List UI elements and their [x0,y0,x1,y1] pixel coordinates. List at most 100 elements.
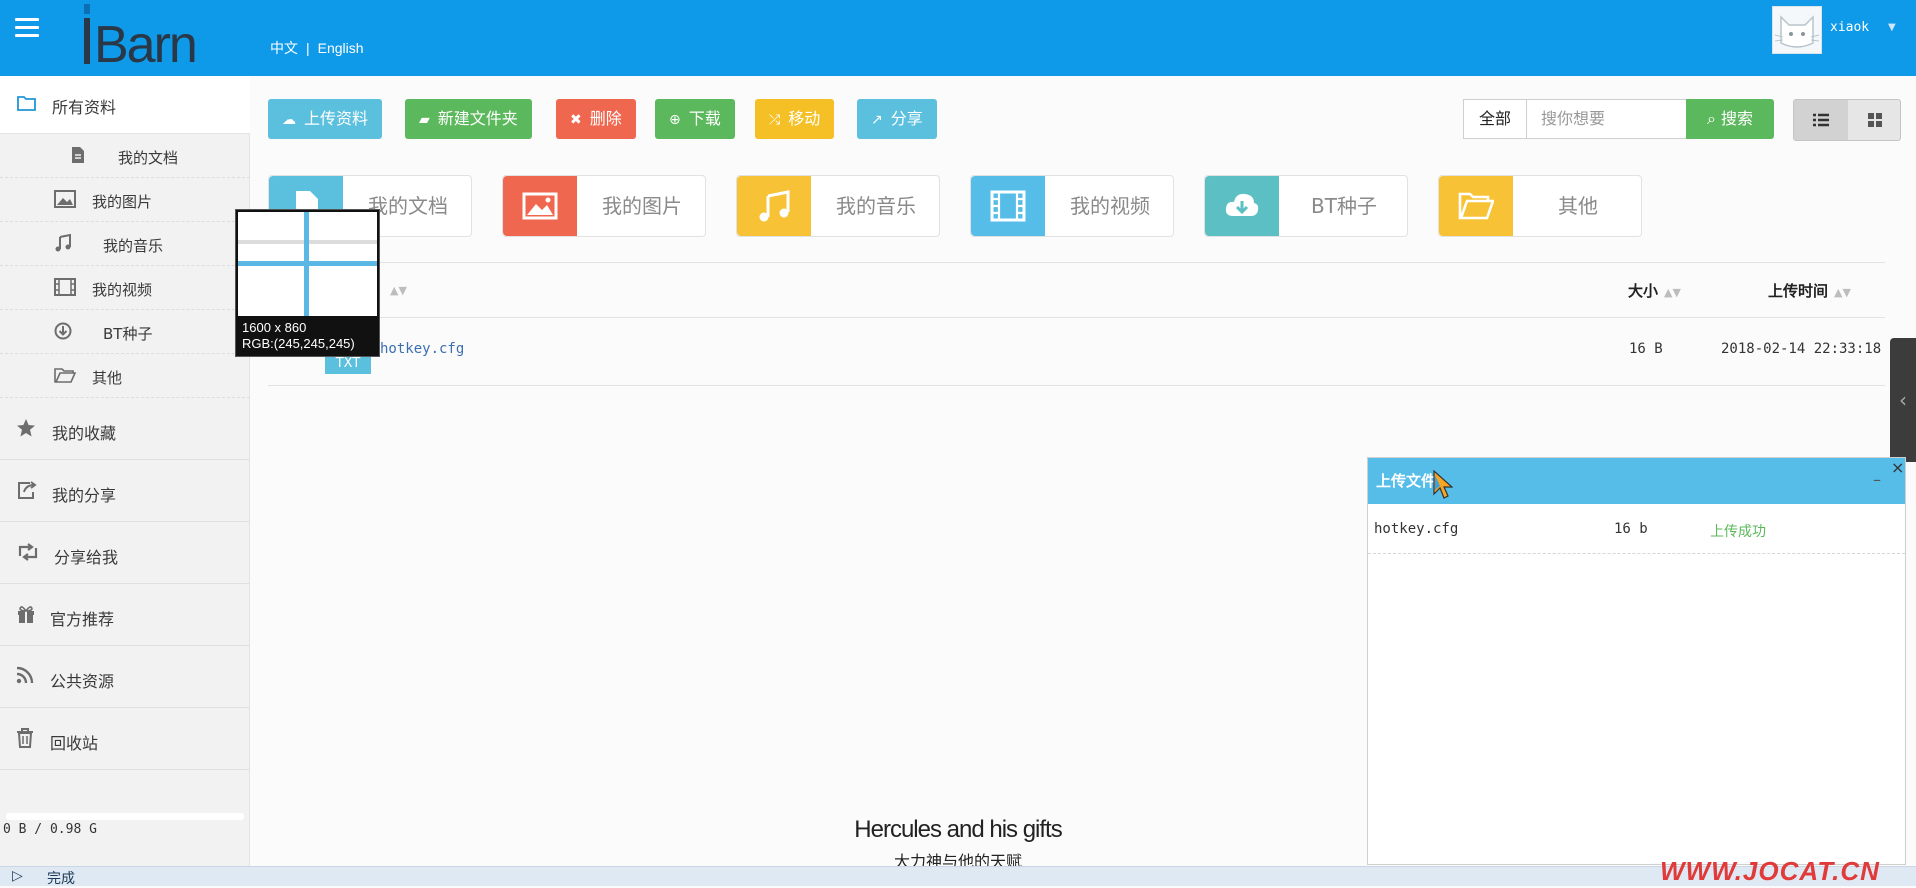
category-music[interactable]: 我的音乐 [736,175,940,237]
file-type-badge: TXT [325,354,371,374]
sidebar-item-label: 回收站 [50,734,99,753]
sort-icon: ▲▼ [1834,286,1851,299]
sidebar-item-label: 其他 [92,369,123,387]
sidebar-item-label: 我的文档 [118,149,179,167]
filter-dropdown[interactable]: 全部 [1463,99,1527,139]
magnifier-view [238,212,377,316]
file-name-link[interactable]: hotkey.cfg [380,341,464,357]
sidebar-item-bt[interactable]: BT种子 [0,310,250,354]
watermark: WWW.JOCAT.CN [1660,856,1880,886]
category-pictures[interactable]: 我的图片 [502,175,706,237]
magnifier-rgb: RGB:(245,245,245) [242,336,355,351]
close-icon[interactable]: × [1891,458,1904,477]
category-label: 我的图片 [602,194,682,218]
list-view-button[interactable] [1794,100,1848,140]
category-other[interactable]: 其他 [1438,175,1642,237]
sidebar-item-all[interactable]: 所有资料 [0,76,250,134]
upload-status: 上传成功 [1710,523,1766,539]
sidebar-item-pictures[interactable]: 我的图片 [0,178,250,222]
cloud-upload-icon: ☁ [282,112,296,128]
lang-en-link[interactable]: English [318,40,364,56]
mouse-cursor-icon [1433,470,1453,499]
table-row[interactable]: hotkey.cfg TXT 16 B 2018-02-14 22:33:18 [268,318,1885,386]
browser-status-bar: ▷ 完成 [0,866,1916,887]
category-label: BT种子 [1311,194,1377,218]
download-button[interactable]: ⊕ 下载 [655,99,735,139]
music-icon [54,233,72,256]
upload-panel: 上传文件 – × hotkey.cfg 16 b 上传成功 [1367,457,1906,865]
lang-separator: | [306,40,310,56]
category-bt[interactable]: BT种子 [1204,175,1408,237]
category-videos[interactable]: 我的视频 [970,175,1174,237]
user-menu-caret-icon[interactable]: ▼ [1888,22,1896,33]
share-button[interactable]: ↗ 分享 [857,99,937,139]
sort-icon: ▲▼ [1664,286,1681,299]
sidebar-item-shared-with-me[interactable]: 分享给我 [0,522,250,584]
download-circle-icon [54,322,72,344]
grid-view-button[interactable] [1848,100,1902,140]
category-label: 我的视频 [1070,194,1150,218]
search-button[interactable]: ⌕ 搜索 [1686,99,1774,139]
sidebar-item-label: 我的音乐 [103,237,164,255]
grid-icon [1868,113,1882,127]
upload-row: hotkey.cfg 16 b 上传成功 [1368,504,1905,554]
sidebar-item-videos[interactable]: 我的视频 [0,266,250,310]
menu-toggle-icon[interactable] [15,18,39,38]
upload-file-size: 16 b [1614,521,1648,537]
avatar[interactable] [1772,6,1822,54]
shuffle-icon: ⤮ [769,112,781,128]
file-size: 16 B [1629,341,1663,357]
side-drawer-tab[interactable]: ‹ [1890,338,1916,462]
share-icon [16,480,38,504]
sidebar-item-public[interactable]: 公共资源 [0,646,250,708]
search-input[interactable]: 搜你想要 [1527,99,1687,139]
trash-icon [16,728,34,752]
sidebar-item-docs[interactable]: 我的文档 [0,134,250,178]
magnifier-info: 1600 x 860 RGB:(245,245,245) [242,320,355,352]
status-play-icon: ▷ [12,868,23,884]
sidebar-item-other[interactable]: 其他 [0,354,250,398]
folder-icon [1439,176,1513,236]
delete-button[interactable]: ✖ 删除 [556,99,636,139]
sidebar-item-label: 官方推荐 [50,610,115,629]
picture-icon [54,190,76,212]
sidebar-item-label: 我的分享 [52,486,117,505]
new-folder-button[interactable]: ▰ 新建文件夹 [405,99,532,139]
sidebar-item-label: BT种子 [103,325,153,343]
status-text: 完成 [47,871,75,887]
column-time-header[interactable]: 上传时间 ▲▼ [1768,280,1851,301]
rss-icon [16,666,34,688]
move-button[interactable]: ⤮ 移动 [755,99,835,139]
upload-panel-title: 上传文件 [1376,472,1437,490]
list-icon [1813,113,1829,127]
file-icon [70,146,86,168]
sidebar-item-recommended[interactable]: 官方推荐 [0,584,250,646]
top-navbar: Barn 中文 | English xiaok ▼ [0,0,1916,76]
app-logo[interactable]: Barn [80,0,220,74]
file-upload-time: 2018-02-14 22:33:18 [1721,341,1882,357]
minimize-icon[interactable]: – [1873,470,1881,489]
search-icon: ⌕ [1706,109,1716,128]
username[interactable]: xiaok [1830,20,1869,35]
close-icon: ✖ [570,112,582,128]
folder-icon [54,366,77,388]
gift-icon [16,604,36,628]
sidebar-item-label: 公共资源 [50,672,115,691]
upload-button[interactable]: ☁ 上传资料 [268,99,383,139]
sidebar-item-label: 我的图片 [92,193,153,211]
sidebar-item-music[interactable]: 我的音乐 [0,222,250,266]
sidebar-item-my-share[interactable]: 我的分享 [0,460,250,522]
picture-icon [503,176,577,236]
star-icon [16,418,36,442]
folder-open-icon [16,93,38,117]
film-icon [54,278,76,300]
lang-zh-link[interactable]: 中文 [270,40,298,56]
sidebar-item-label: 所有资料 [52,98,117,117]
sidebar-item-trash[interactable]: 回收站 [0,708,250,770]
sort-name-icon[interactable]: ▲▼ [384,280,407,298]
sidebar-item-favorites[interactable]: 我的收藏 [0,398,250,460]
film-icon [971,176,1045,236]
ibarn-logo-mark: Barn [84,4,198,74]
column-size-header[interactable]: 大小 ▲▼ [1628,280,1681,301]
category-label: 我的音乐 [836,194,916,218]
